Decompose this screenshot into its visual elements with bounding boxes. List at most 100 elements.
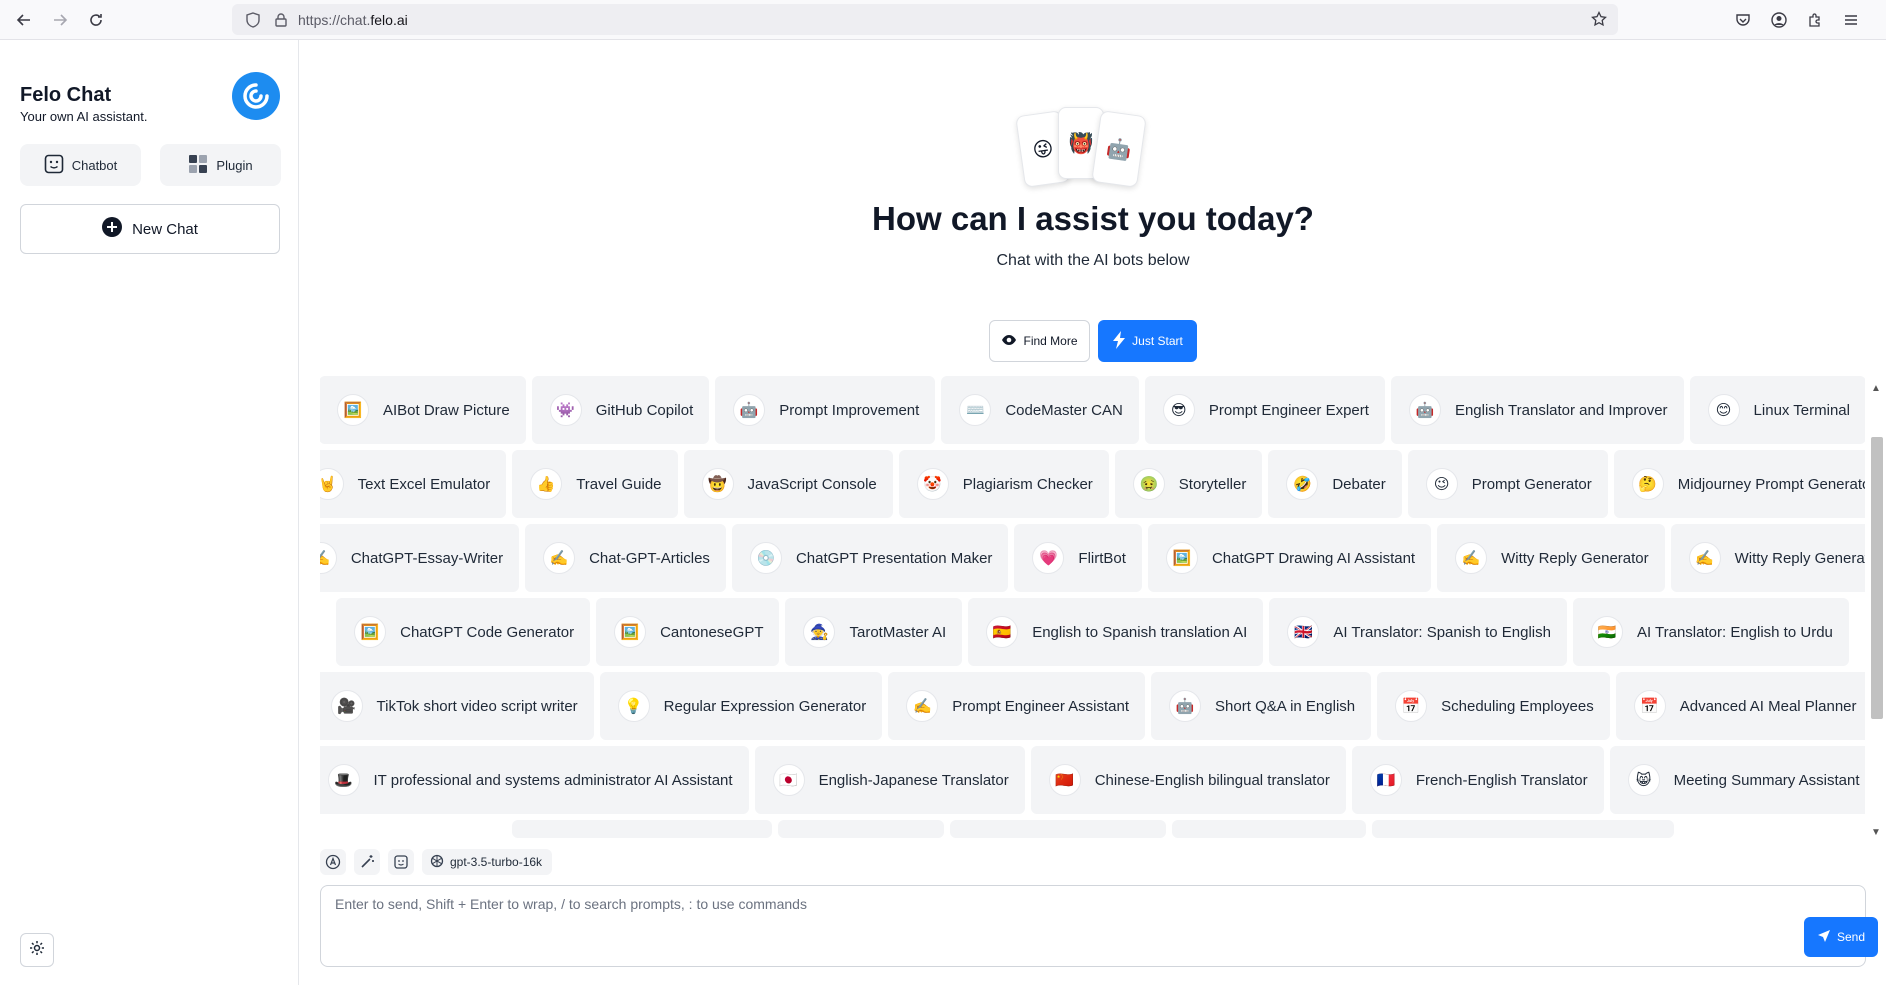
bot-chip[interactable]: 😸 Meeting Summary Assistant (1609, 746, 1865, 814)
felo-logo (232, 72, 280, 120)
bot-chip[interactable]: 💗 FlirtBot (1014, 524, 1142, 592)
bot-name: Short Q&A in English (1215, 697, 1356, 715)
bot-emoji-icon: 🖼️ (337, 394, 369, 426)
bot-emoji-icon: 🤠 (701, 468, 734, 500)
find-more-button[interactable]: Find More (989, 320, 1090, 362)
find-more-label: Find More (1023, 334, 1078, 348)
bot-emoji-icon: 😎 (1162, 394, 1195, 426)
message-input[interactable] (335, 896, 1725, 956)
scrollbar[interactable]: ▲ ▼ (1868, 383, 1884, 839)
bot-name: Meeting Summary Assistant (1673, 771, 1860, 789)
browser-right-tools (1728, 4, 1866, 36)
bot-chip[interactable]: 📅 Scheduling Employees (1377, 672, 1610, 740)
send-button[interactable]: Send (1804, 917, 1878, 957)
bot-emoji-icon: 🤢 (1132, 468, 1165, 500)
bot-name: Travel Guide (576, 475, 662, 493)
bot-chip[interactable] (511, 820, 772, 838)
hero-bot-cards: 😜 👹 🤖 (1015, 107, 1147, 188)
browser-toolbar: https://chat.felo.ai (0, 0, 1886, 40)
pocket-icon[interactable] (1728, 4, 1758, 36)
bot-chip[interactable]: 🤖 English Translator and Improver (1390, 376, 1684, 444)
scroll-down-icon[interactable]: ▼ (1870, 827, 1882, 839)
bot-chip[interactable]: 🖼️ AIBot Draw Picture (320, 376, 526, 444)
account-icon[interactable] (1764, 4, 1794, 36)
bot-chip[interactable]: 🤘 Text Excel Emulator (320, 450, 507, 518)
bot-chip[interactable]: 🤡 Plagiarism Checker (898, 450, 1109, 518)
menu-icon[interactable] (1836, 4, 1866, 36)
bot-chip[interactable]: 🇬🇧 AI Translator: Spanish to English (1269, 598, 1567, 666)
bot-chip[interactable]: 😎 Prompt Engineer Expert (1144, 376, 1385, 444)
scroll-thumb[interactable] (1871, 437, 1883, 719)
bot-emoji-icon: 😸 (1627, 764, 1660, 796)
bot-chip[interactable]: 👾 GitHub Copilot (531, 376, 710, 444)
shield-icon[interactable] (242, 9, 264, 31)
lock-icon[interactable] (270, 9, 292, 31)
tab-chatbot[interactable]: Chatbot (20, 144, 141, 186)
bot-chip[interactable]: 🤔 Midjourney Prompt Generator (1613, 450, 1865, 518)
address-bar[interactable]: https://chat.felo.ai (232, 4, 1618, 35)
back-arrow-icon[interactable] (6, 2, 42, 38)
settings-button[interactable] (20, 933, 54, 967)
bot-chip[interactable] (777, 820, 944, 838)
bot-emoji-icon: 🎩 (327, 764, 360, 796)
bot-row: 🤘 Text Excel Emulator 👍 Travel Guide 🤠 JavaSc… (320, 450, 1865, 518)
reload-icon[interactable] (78, 2, 114, 38)
bot-chip[interactable]: ✍️ Chat-GPT-Articles (525, 524, 726, 592)
bot-chip[interactable]: ⌨️ CodeMaster CAN (941, 376, 1139, 444)
bot-chip[interactable] (1371, 820, 1674, 838)
plugin-grid-icon (188, 154, 208, 177)
bot-chip[interactable]: ✍️ Witty Reply Generator (1437, 524, 1665, 592)
bot-chip[interactable]: 🇫🇷 French-English Translator (1351, 746, 1604, 814)
bot-chip[interactable]: 😉 Prompt Generator (1407, 450, 1608, 518)
bot-chip[interactable]: 🤢 Storyteller (1114, 450, 1263, 518)
composer-toolbar: gpt-3.5-turbo-16k (320, 848, 553, 876)
bot-chip[interactable]: 🧙 TarotMaster AI (785, 598, 963, 666)
forward-arrow-icon[interactable] (42, 2, 78, 38)
extensions-icon[interactable] (1800, 4, 1830, 36)
auto-icon[interactable] (320, 849, 346, 875)
bot-chip[interactable] (949, 820, 1166, 838)
bot-chip[interactable]: 📅 Advanced AI Meal Planner (1615, 672, 1865, 740)
bot-name: Chinese-English bilingual translator (1094, 771, 1330, 789)
new-chat-label: New Chat (132, 220, 198, 238)
bot-emoji-icon: 🤖 (733, 394, 766, 426)
bot-chip[interactable]: 😊 Linux Terminal (1689, 376, 1865, 444)
scroll-up-icon[interactable]: ▲ (1870, 383, 1882, 395)
bot-chip[interactable]: 🤖 Prompt Improvement (715, 376, 936, 444)
bot-emoji-icon: 🖼️ (614, 616, 647, 648)
bot-chip[interactable]: ✍️ Prompt Engineer Assistant (888, 672, 1146, 740)
bot-chip[interactable]: 🇪🇸 English to Spanish translation AI (968, 598, 1264, 666)
tab-plugin[interactable]: Plugin (160, 144, 281, 186)
bot-chip[interactable]: ✍️ ChatGPT-Essay-Writer (320, 524, 520, 592)
bot-chip[interactable]: 💿 ChatGPT Presentation Maker (731, 524, 1009, 592)
bot-chip[interactable]: 🤖 Short Q&A in English (1151, 672, 1372, 740)
bot-chip[interactable]: 🤠 JavaScript Console (683, 450, 893, 518)
bot-chip[interactable]: 🇯🇵 English-Japanese Translator (754, 746, 1025, 814)
bot-chip[interactable]: 🖼️ ChatGPT Drawing AI Assistant (1147, 524, 1432, 592)
magic-wand-icon[interactable] (354, 849, 380, 875)
bot-chip[interactable]: 🖼️ CantoneseGPT (596, 598, 780, 666)
new-chat-button[interactable]: New Chat (20, 204, 280, 254)
bookmark-star-icon[interactable] (1588, 8, 1610, 30)
bot-chip[interactable]: ✍️ Witty Reply Generator (1670, 524, 1865, 592)
bot-face-icon[interactable] (388, 849, 414, 875)
bot-chip[interactable]: 🇮🇳 AI Translator: English to Urdu (1572, 598, 1849, 666)
url-text: https://chat.felo.ai (298, 11, 408, 28)
bot-chip[interactable] (1171, 820, 1366, 838)
bot-chip[interactable]: 🤣 Debater (1268, 450, 1402, 518)
bot-emoji-icon: 🖼️ (1165, 542, 1198, 574)
model-selector[interactable]: gpt-3.5-turbo-16k (422, 849, 553, 875)
bot-chip[interactable]: 🎩 IT professional and systems administrat… (320, 746, 749, 814)
app-subtitle: Your own AI assistant. (20, 109, 148, 124)
bot-chip[interactable]: 👍 Travel Guide (512, 450, 678, 518)
bot-chip[interactable]: 🖼️ ChatGPT Code Generator (336, 598, 591, 666)
just-start-button[interactable]: Just Start (1098, 320, 1197, 362)
plus-circle-icon (102, 217, 123, 241)
bot-chip[interactable]: 💡 Regular Expression Generator (599, 672, 883, 740)
bot-name: TarotMaster AI (849, 623, 947, 641)
bot-emoji-icon: 🇨🇳 (1048, 764, 1081, 796)
bot-chip[interactable]: 🎥 TikTok short video script writer (320, 672, 594, 740)
bot-name: Advanced AI Meal Planner (1679, 697, 1857, 715)
bot-chip[interactable]: 🇨🇳 Chinese-English bilingual translator (1030, 746, 1346, 814)
lightning-icon (1112, 330, 1126, 352)
